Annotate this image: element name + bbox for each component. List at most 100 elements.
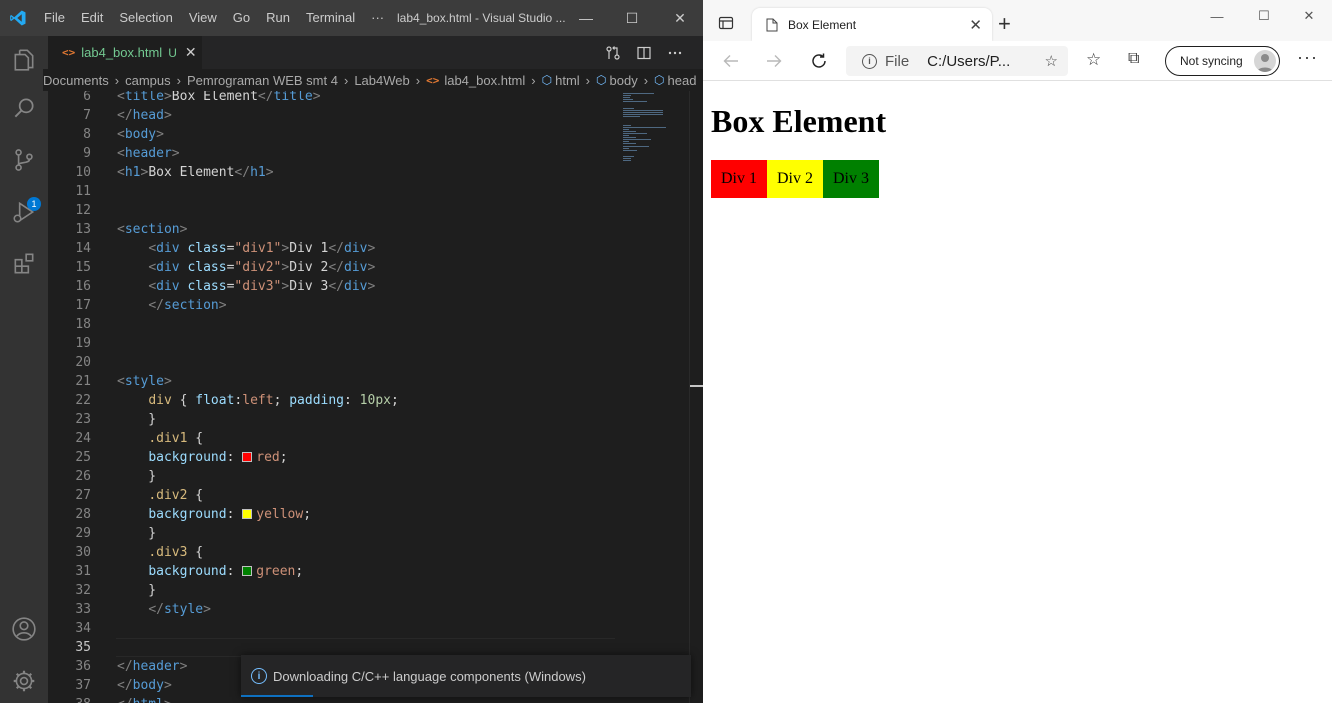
more-actions-button[interactable] <box>664 42 686 64</box>
info-icon[interactable]: i <box>862 53 877 69</box>
notification-toast[interactable]: i Downloading C/C++ language components … <box>241 655 691 697</box>
browser-close-button[interactable]: ✕ <box>1286 0 1332 32</box>
line-number: 13 <box>75 222 91 237</box>
close-button[interactable]: ✕ <box>657 0 703 36</box>
code-line[interactable]: .div2 { <box>117 486 203 505</box>
line-number: 19 <box>75 336 91 351</box>
collections-icon[interactable]: ⧉ <box>1128 50 1139 68</box>
code-line[interactable]: .div3 { <box>117 543 203 562</box>
code-line[interactable]: <header> <box>117 144 180 163</box>
menu-terminal[interactable]: Terminal <box>298 0 363 36</box>
source-control-button[interactable] <box>0 136 48 184</box>
browser-tab-box-element[interactable]: Box Element ✕ <box>752 8 992 41</box>
new-tab-button[interactable]: + <box>998 12 1011 36</box>
search-button[interactable] <box>0 84 48 132</box>
code-line[interactable]: background: green; <box>117 562 303 581</box>
menu-bar: File Edit Selection View Go Run Terminal… <box>36 0 392 36</box>
code-line[interactable]: <title>Box Element</title> <box>117 91 321 106</box>
run-debug-button[interactable] <box>0 188 48 236</box>
code-line[interactable]: } <box>117 410 156 429</box>
minimap[interactable] <box>615 91 689 703</box>
code-line[interactable]: </body> <box>117 676 172 695</box>
code-line[interactable]: </header> <box>117 657 187 676</box>
vscode-window: File Edit Selection View Go Run Terminal… <box>0 0 703 703</box>
menu-edit[interactable]: Edit <box>73 0 111 36</box>
breadcrumb-body[interactable]: ⬡ body <box>596 73 638 88</box>
code-line[interactable]: <style> <box>117 372 172 391</box>
code-line[interactable]: <body> <box>117 125 164 144</box>
manage-button[interactable] <box>0 657 48 703</box>
run-debug-icon <box>13 201 35 223</box>
menu-file[interactable]: File <box>36 0 73 36</box>
back-button[interactable] <box>719 49 743 73</box>
browser-toolbar: i File C:/Users/P... ☆ ☆ ⧉ Not syncing ·… <box>703 41 1332 81</box>
symbol-element-icon: ⬡ <box>654 73 665 87</box>
editor-scrollbar[interactable] <box>689 91 703 703</box>
add-favorite-icon[interactable]: ☆ <box>1045 52 1058 70</box>
code-editor[interactable]: 6 <title>Box Element</title> 7 </head> 8 <bod… <box>48 91 615 703</box>
line-number: 11 <box>75 184 91 199</box>
chevron-right-icon: › <box>415 72 421 88</box>
page-heading: Box Element <box>711 103 887 139</box>
menu-more[interactable]: ··· <box>363 0 392 36</box>
breadcrumb-head[interactable]: ⬡ head <box>654 73 696 88</box>
browser-tab-title: Box Element <box>788 17 857 32</box>
code-line[interactable]: <div class="div2">Div 2</div> <box>117 258 375 277</box>
explorer-button[interactable] <box>0 36 48 84</box>
refresh-button[interactable] <box>807 49 831 73</box>
breadcrumb-campus[interactable]: campus <box>125 73 171 88</box>
breadcrumb-documents[interactable]: Documents <box>43 73 109 88</box>
breadcrumb-pemrograman-web[interactable]: Pemrograman WEB smt 4 <box>187 73 338 88</box>
breadcrumb-lab4web[interactable]: Lab4Web <box>354 73 409 88</box>
accounts-button[interactable] <box>0 605 48 653</box>
sync-profile-button[interactable]: Not syncing <box>1165 46 1280 76</box>
menu-view[interactable]: View <box>181 0 225 36</box>
minimize-button[interactable]: — <box>563 0 609 36</box>
code-line[interactable]: background: yellow; <box>117 505 311 524</box>
code-line[interactable]: <div class="div1">Div 1</div> <box>117 239 375 258</box>
split-editor-button[interactable] <box>633 42 655 64</box>
tab-close-icon[interactable]: ✕ <box>185 44 197 61</box>
menu-run[interactable]: Run <box>258 0 298 36</box>
code-line[interactable]: } <box>117 524 156 543</box>
code-line[interactable]: .div1 { <box>117 429 203 448</box>
breadcrumb-html[interactable]: ⬡ html <box>542 73 580 88</box>
tab-actions-icon[interactable] <box>718 15 734 31</box>
code-line[interactable]: } <box>117 467 156 486</box>
code-line[interactable]: </html> <box>117 695 172 703</box>
tab-lab4-box-html[interactable]: <> lab4_box.html U ✕ <box>48 36 202 69</box>
code-line[interactable]: } <box>117 581 156 600</box>
browser-minimize-button[interactable]: — <box>1194 0 1240 32</box>
chevron-right-icon: › <box>531 72 536 88</box>
minimap-line <box>623 137 637 139</box>
breadcrumb-file[interactable]: <> lab4_box.html <box>426 73 525 88</box>
split-editor-icon <box>637 46 651 60</box>
line-number: 23 <box>75 412 91 427</box>
code-line[interactable]: div { float:left; padding: 10px; <box>117 391 399 410</box>
minimap-line <box>623 132 647 134</box>
code-line[interactable]: </style> <box>117 600 211 619</box>
code-line[interactable]: <div class="div3">Div 3</div> <box>117 277 375 296</box>
menu-selection[interactable]: Selection <box>111 0 180 36</box>
code-line[interactable]: <h1>Box Element</h1> <box>117 163 274 182</box>
more-menu-icon[interactable]: ··· <box>1297 47 1318 68</box>
address-bar[interactable]: i File C:/Users/P... ☆ <box>846 46 1068 76</box>
menu-go[interactable]: Go <box>225 0 258 36</box>
code-line[interactable]: <section> <box>117 220 187 239</box>
web-page-content: Box Element Div 1 Div 2 Div 3 <box>703 81 1332 703</box>
line-number: 14 <box>75 241 91 256</box>
minimap-line <box>623 149 638 151</box>
forward-button[interactable] <box>762 49 786 73</box>
browser-maximize-button[interactable]: ☐ <box>1241 0 1287 32</box>
minimap-line <box>623 93 655 94</box>
code-line[interactable]: background: red; <box>117 448 287 467</box>
vscode-logo-icon[interactable] <box>9 9 27 27</box>
url-text[interactable]: C:/Users/P... <box>927 53 1010 70</box>
extensions-button[interactable] <box>0 240 48 288</box>
code-line[interactable]: </head> <box>117 106 172 125</box>
tab-close-icon[interactable]: ✕ <box>969 16 982 34</box>
favorites-icon[interactable]: ☆ <box>1086 50 1101 70</box>
code-line[interactable]: </section> <box>117 296 226 315</box>
open-changes-button[interactable] <box>602 42 624 64</box>
maximize-button[interactable]: ☐ <box>609 0 655 36</box>
